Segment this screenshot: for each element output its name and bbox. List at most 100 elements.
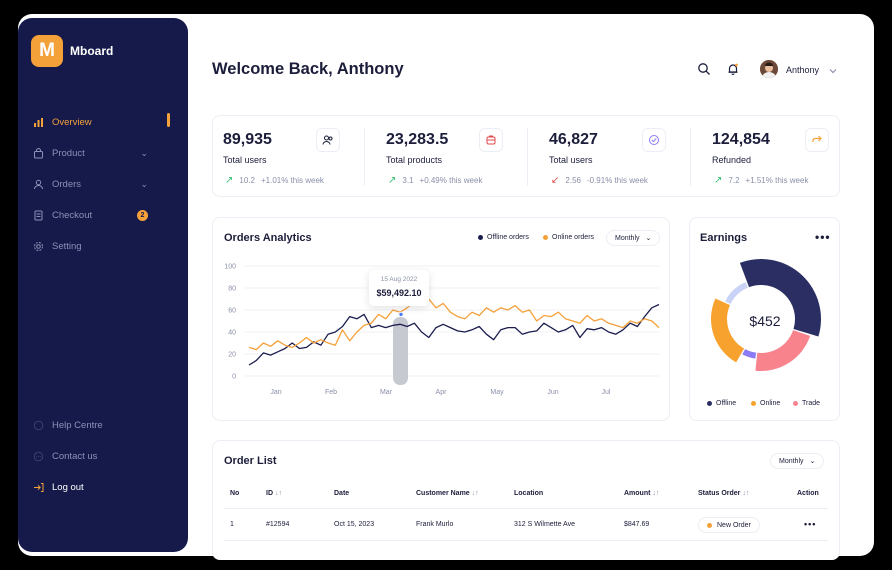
earnings-total: $452 xyxy=(749,313,781,329)
chart-tooltip: 15 Aug 2022 $59,492.10 xyxy=(369,270,429,306)
users-icon xyxy=(316,128,340,152)
sidebar-item-contact[interactable]: Contact us xyxy=(32,447,148,465)
stat-percent: +0.49% this week xyxy=(419,176,483,185)
stat-card-products: 23,283.5 Total products ↗ 3.1 +0.49% thi… xyxy=(376,116,539,196)
chevron-down-icon[interactable] xyxy=(828,63,842,77)
donut-slice-purple xyxy=(742,349,757,359)
column-label: Amount xyxy=(624,490,651,497)
user-icon xyxy=(32,178,44,190)
row-divider xyxy=(224,540,828,541)
status-label: New Order xyxy=(717,521,751,529)
x-tick-label: May xyxy=(490,389,504,396)
legend-label: Trade xyxy=(802,400,821,407)
order-period-select[interactable]: Monthly ⌄ xyxy=(770,453,825,469)
sidebar-item-overview[interactable]: Overview xyxy=(32,113,148,131)
hover-point xyxy=(398,311,404,318)
sidebar-item-logout[interactable]: Log out xyxy=(32,478,148,496)
sidebar-item-label: Checkout xyxy=(52,209,93,221)
column-header-customer[interactable]: Customer Name ↓↑ xyxy=(416,490,479,497)
legend-offline: Offline xyxy=(707,400,736,407)
more-icon[interactable]: ••• xyxy=(804,519,816,529)
column-header-id[interactable]: ID ↓↑ xyxy=(266,490,282,497)
page-title: Welcome Back, Anthony xyxy=(212,60,404,78)
order-list-title: Order List xyxy=(224,455,277,467)
stat-card-users: 89,935 Total users ↗ 10.2 +1.01% this we… xyxy=(213,116,376,196)
sidebar xyxy=(18,18,188,552)
order-list-panel xyxy=(212,440,840,560)
stat-delta: 7.2 xyxy=(728,176,740,185)
sidebar-item-product[interactable]: Product ⌄ xyxy=(32,144,148,162)
sort-icon: ↓↑ xyxy=(742,490,750,497)
stat-label: Total users xyxy=(223,155,267,165)
legend-offline: Offline orders xyxy=(478,234,529,241)
legend-online: Online xyxy=(751,400,780,407)
sidebar-item-label: Product xyxy=(52,147,85,159)
more-icon[interactable]: ••• xyxy=(815,230,831,244)
sidebar-item-help[interactable]: Help Centre xyxy=(32,416,148,434)
sort-icon: ↓↑ xyxy=(274,490,282,497)
stat-value: 23,283.5 xyxy=(386,131,449,148)
y-tick-label: 80 xyxy=(228,286,236,293)
bell-icon[interactable] xyxy=(726,62,740,76)
donut-slice-light xyxy=(725,282,748,304)
legend-online: Online orders xyxy=(543,234,594,241)
box-icon xyxy=(479,128,503,152)
stat-label: Refunded xyxy=(712,155,752,165)
column-header-action: Action xyxy=(797,490,819,497)
x-tick-label: Apr xyxy=(436,389,448,396)
avatar[interactable] xyxy=(760,60,778,78)
legend-label: Offline orders xyxy=(487,234,529,241)
select-value: Monthly xyxy=(615,234,640,242)
stat-card-refunded: 124,854 Refunded ↗ 7.2 +1.51% this week xyxy=(702,116,865,196)
sidebar-item-orders[interactable]: Orders ⌄ xyxy=(32,175,148,193)
column-label: Status Order xyxy=(698,490,741,497)
sidebar-item-label: Help Centre xyxy=(52,419,103,431)
stat-delta: 10.2 xyxy=(239,176,255,185)
search-icon[interactable] xyxy=(697,62,711,76)
refund-arrow-icon xyxy=(805,128,829,152)
sidebar-item-setting[interactable]: Setting xyxy=(32,237,148,255)
donut-slice-online xyxy=(711,298,745,363)
row-divider xyxy=(224,508,828,509)
status-dot xyxy=(707,522,712,528)
y-tick-label: 100 xyxy=(224,264,236,271)
gear-icon xyxy=(32,240,44,252)
check-circle-icon xyxy=(642,128,666,152)
y-tick-label: 0 xyxy=(232,374,236,381)
donut-slice-trade xyxy=(755,330,811,371)
x-tick-label: Jul xyxy=(602,389,611,396)
legend-dot xyxy=(707,401,712,406)
cell-location: 312 S Wilmette Ave xyxy=(514,521,575,528)
series-line-offline xyxy=(248,303,660,366)
arrow-up-icon: ↗ xyxy=(225,175,234,186)
tooltip-value: $59,492.10 xyxy=(376,288,422,298)
tooltip-date: 15 Aug 2022 xyxy=(380,276,418,283)
divider xyxy=(364,128,365,186)
sort-icon: ↓↑ xyxy=(652,490,660,497)
sidebar-item-label: Contact us xyxy=(52,450,98,462)
stat-value: 89,935 xyxy=(223,131,272,148)
legend-label: Offline xyxy=(716,400,737,407)
column-header-no: No xyxy=(230,490,240,497)
x-tick-label: Jan xyxy=(270,389,281,396)
stat-delta: 2.56 xyxy=(565,176,581,185)
stat-trend: ↗ 7.2 +1.51% this week xyxy=(714,175,808,186)
screen: M Mboard Overview Product ⌄ Orders ⌄ Che… xyxy=(0,0,892,570)
column-header-status[interactable]: Status Order ↓↑ xyxy=(698,490,749,497)
arrow-up-icon: ↗ xyxy=(388,175,397,186)
y-tick-label: 20 xyxy=(228,352,236,359)
arrow-up-icon: ↗ xyxy=(714,175,723,186)
chevron-down-icon: ⌄ xyxy=(140,147,148,158)
orders-line-chart: 0 20 40 60 80 100 Jan Feb Mar Apr May Jun Jul xyxy=(224,264,660,396)
column-header-amount[interactable]: Amount ↓↑ xyxy=(624,490,659,497)
y-tick-label: 40 xyxy=(228,330,236,337)
sidebar-item-label: Overview xyxy=(52,116,92,128)
brand-logo: M xyxy=(31,35,63,67)
user-name[interactable]: Anthony xyxy=(786,65,819,75)
stat-percent: +1.51% this week xyxy=(745,176,809,185)
analytics-period-select[interactable]: Monthly ⌄ xyxy=(606,230,661,246)
legend-dot xyxy=(751,401,756,406)
logout-icon xyxy=(32,481,44,493)
legend-label: Online orders xyxy=(552,234,595,241)
sidebar-item-checkout[interactable]: Checkout 2 xyxy=(32,206,148,224)
